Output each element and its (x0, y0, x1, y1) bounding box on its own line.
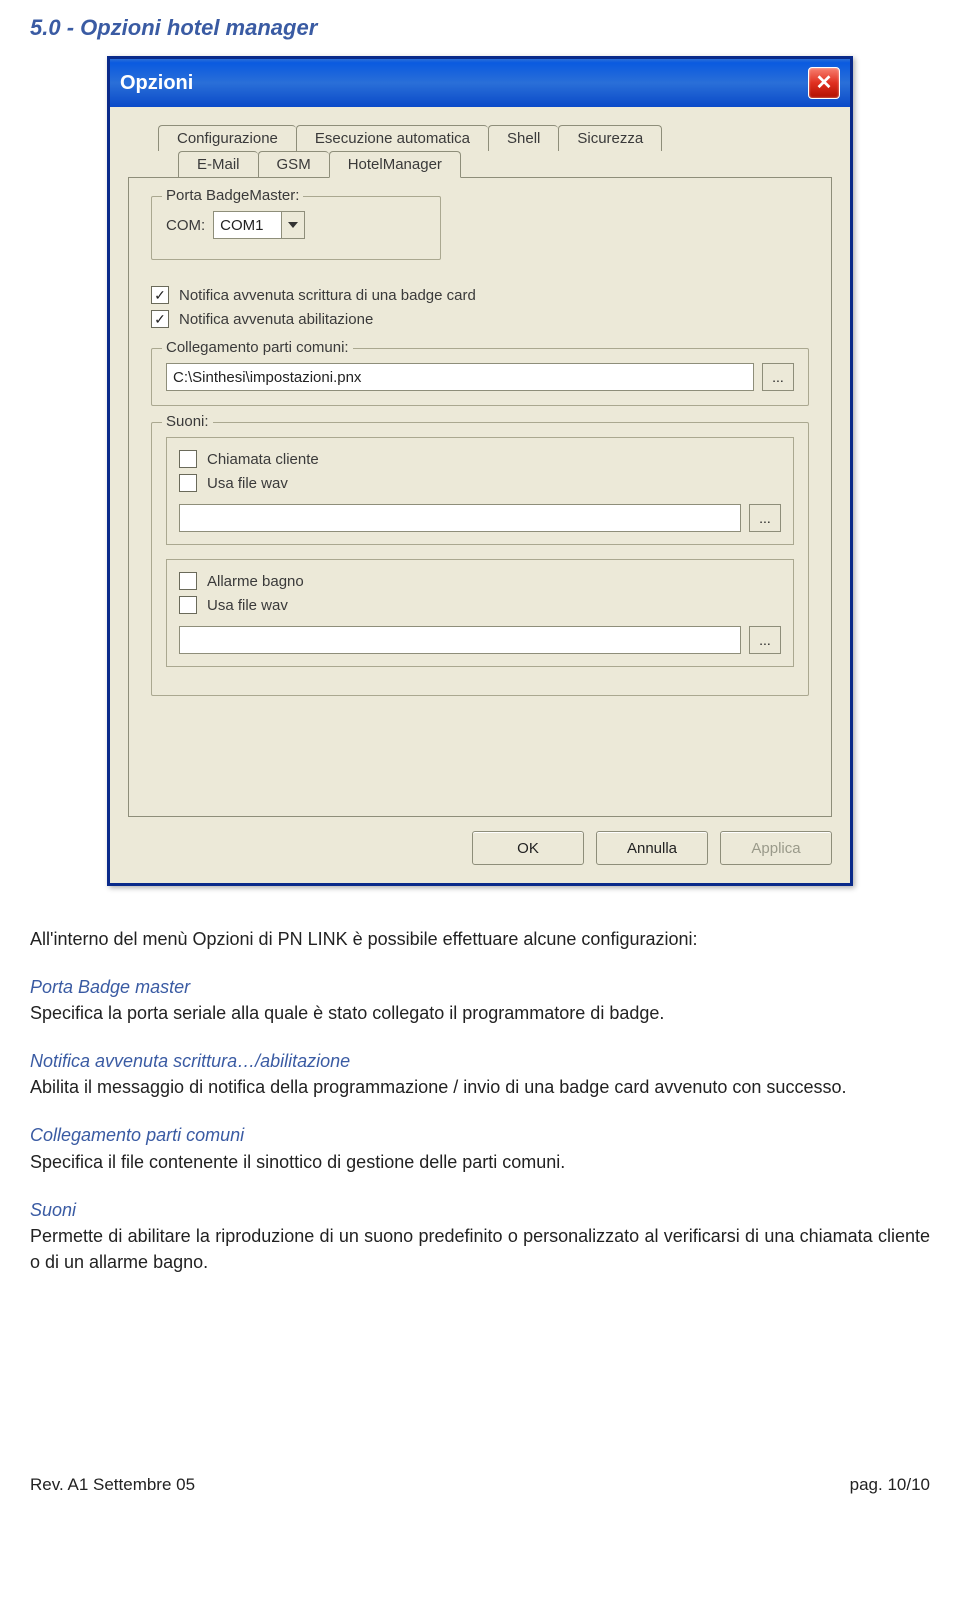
browse-button[interactable]: ... (749, 626, 781, 654)
para-text: Permette di abilitare la riproduzione di… (30, 1226, 930, 1272)
section-heading: 5.0 - Opzioni hotel manager (30, 15, 930, 41)
checkbox-notifica-abilitazione[interactable]: ✓ Notifica avvenuta abilitazione (151, 310, 373, 328)
tab-sicurezza[interactable]: Sicurezza (558, 125, 662, 151)
browse-button[interactable]: ... (762, 363, 794, 391)
checkbox-label: Usa file wav (207, 597, 288, 614)
tab-row-1: Configurazione Esecuzione automatica She… (128, 125, 832, 151)
subheading: Suoni (30, 1200, 76, 1220)
para-text: Specifica la porta seriale alla quale è … (30, 1003, 664, 1023)
apply-button[interactable]: Applica (720, 831, 832, 865)
tab-configurazione[interactable]: Configurazione (158, 125, 296, 151)
footer-right: pag. 10/10 (850, 1475, 930, 1495)
subheading: Notifica avvenuta scrittura…/abilitazion… (30, 1051, 350, 1071)
tab-esecuzione-automatica[interactable]: Esecuzione automatica (296, 125, 488, 151)
checkbox-allarme-bagno[interactable]: Allarme bagno (179, 572, 304, 590)
sound-block-allarme-bagno: Allarme bagno Usa file wav ... (166, 559, 794, 667)
intro-paragraph: All'interno del menù Opzioni di PN LINK … (30, 926, 930, 952)
checkbox-label: Allarme bagno (207, 573, 304, 590)
checkbox-icon (179, 596, 197, 614)
group-suoni: Suoni: Chiamata cliente Usa file wav (151, 422, 809, 696)
ok-button[interactable]: OK (472, 831, 584, 865)
tab-gsm[interactable]: GSM (258, 151, 329, 177)
group-legend: Collegamento parti comuni: (162, 339, 353, 356)
dialog-body: Configurazione Esecuzione automatica She… (110, 107, 850, 883)
close-button[interactable]: ✕ (808, 67, 840, 99)
group-collegamento-parti-comuni: Collegamento parti comuni: C:\Sinthesi\i… (151, 348, 809, 406)
checkbox-usa-wav-2[interactable]: Usa file wav (179, 596, 288, 614)
checkbox-icon (179, 572, 197, 590)
dialog-screenshot: Opzioni ✕ Configurazione Esecuzione auto… (30, 56, 930, 886)
browse-button[interactable]: ... (749, 504, 781, 532)
para-text: Abilita il messaggio di notifica della p… (30, 1077, 846, 1097)
dialog-button-row: OK Annulla Applica (128, 831, 832, 865)
checkbox-notifica-scrittura[interactable]: ✓ Notifica avvenuta scrittura di una bad… (151, 286, 476, 304)
window-title: Opzioni (120, 72, 193, 95)
checkbox-chiamata-cliente[interactable]: Chiamata cliente (179, 450, 319, 468)
checkbox-label: Notifica avvenuta abilitazione (179, 311, 373, 328)
group-porta-badgemaster: Porta BadgeMaster: COM: COM1 (151, 196, 441, 260)
subheading: Collegamento parti comuni (30, 1125, 244, 1145)
com-value: COM1 (214, 217, 281, 234)
checkbox-label: Usa file wav (207, 475, 288, 492)
wav-path-input-2[interactable] (179, 626, 741, 654)
check-icon: ✓ (151, 310, 169, 328)
tabs: Configurazione Esecuzione automatica She… (128, 125, 832, 817)
checkbox-label: Chiamata cliente (207, 451, 319, 468)
path-input[interactable]: C:\Sinthesi\impostazioni.pnx (166, 363, 754, 391)
checkbox-icon (179, 450, 197, 468)
para-notifica: Notifica avvenuta scrittura…/abilitazion… (30, 1048, 930, 1100)
checkbox-icon (179, 474, 197, 492)
page-footer: Rev. A1 Settembre 05 pag. 10/10 (30, 1475, 930, 1495)
cancel-button[interactable]: Annulla (596, 831, 708, 865)
para-suoni: Suoni Permette di abilitare la riproduzi… (30, 1197, 930, 1275)
check-icon: ✓ (151, 286, 169, 304)
close-icon: ✕ (816, 73, 833, 93)
wav-path-input-1[interactable] (179, 504, 741, 532)
tab-shell[interactable]: Shell (488, 125, 558, 151)
tab-email[interactable]: E-Mail (178, 151, 258, 177)
para-collegamento: Collegamento parti comuni Specifica il f… (30, 1122, 930, 1174)
footer-left: Rev. A1 Settembre 05 (30, 1475, 195, 1495)
tab-panel-hotelmanager: Porta BadgeMaster: COM: COM1 (128, 177, 832, 817)
sound-block-chiamata-cliente: Chiamata cliente Usa file wav ... (166, 437, 794, 545)
checkbox-label: Notifica avvenuta scrittura di una badge… (179, 287, 476, 304)
options-dialog: Opzioni ✕ Configurazione Esecuzione auto… (107, 56, 853, 886)
body-text: All'interno del menù Opzioni di PN LINK … (30, 926, 930, 1275)
com-label: COM: (166, 217, 205, 234)
chevron-down-icon (281, 212, 304, 238)
titlebar: Opzioni ✕ (110, 59, 850, 107)
group-legend: Porta BadgeMaster: (162, 187, 303, 204)
para-porta-badge: Porta Badge master Specifica la porta se… (30, 974, 930, 1026)
com-dropdown[interactable]: COM1 (213, 211, 305, 239)
tab-row-2: E-Mail GSM HotelManager (128, 151, 832, 177)
checkbox-usa-wav-1[interactable]: Usa file wav (179, 474, 288, 492)
para-text: Specifica il file contenente il sinottic… (30, 1152, 565, 1172)
group-legend: Suoni: (162, 413, 213, 430)
tab-hotelmanager[interactable]: HotelManager (329, 151, 461, 178)
subheading: Porta Badge master (30, 977, 190, 997)
